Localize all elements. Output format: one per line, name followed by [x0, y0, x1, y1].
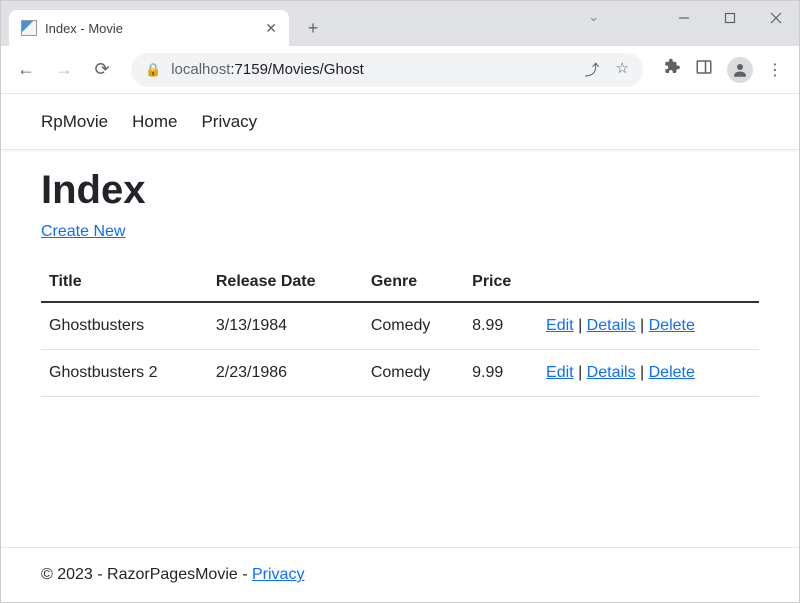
- footer-privacy-link[interactable]: Privacy: [252, 566, 304, 583]
- cell-price: 9.99: [464, 350, 538, 397]
- movies-table: Title Release Date Genre Price Ghostbust…: [41, 263, 759, 397]
- cell-actions: Edit | Details | Delete: [538, 302, 759, 350]
- col-actions: [538, 263, 759, 302]
- cell-release: 2/23/1986: [208, 350, 363, 397]
- reload-button[interactable]: ⟳: [85, 53, 119, 87]
- new-tab-button[interactable]: +: [299, 14, 327, 42]
- details-link[interactable]: Details: [587, 364, 636, 381]
- content: Index Create New Title Release Date Genr…: [1, 150, 799, 547]
- titlebar: Index - Movie ✕ + ⌄: [1, 1, 799, 46]
- brand-link[interactable]: RpMovie: [41, 112, 108, 132]
- omnibox-actions: ⤴ ☆: [585, 59, 629, 80]
- tab-title: Index - Movie: [45, 21, 257, 36]
- edit-link[interactable]: Edit: [546, 317, 574, 334]
- delete-link[interactable]: Delete: [649, 317, 695, 334]
- col-title: Title: [41, 263, 208, 302]
- cell-title: Ghostbusters 2: [41, 350, 208, 397]
- cell-actions: Edit | Details | Delete: [538, 350, 759, 397]
- share-icon[interactable]: ⤴: [585, 59, 600, 80]
- edit-link[interactable]: Edit: [546, 364, 574, 381]
- close-tab-icon[interactable]: ✕: [265, 20, 277, 37]
- table-header-row: Title Release Date Genre Price: [41, 263, 759, 302]
- table-row: Ghostbusters 2 2/23/1986 Comedy 9.99 Edi…: [41, 350, 759, 397]
- favicon-icon: [21, 20, 37, 36]
- lock-icon: 🔒: [145, 62, 161, 78]
- page-title: Index: [41, 168, 759, 213]
- footer-text: © 2023 - RazorPagesMovie -: [41, 566, 252, 583]
- close-window-button[interactable]: [753, 1, 799, 35]
- delete-link[interactable]: Delete: [649, 364, 695, 381]
- cell-genre: Comedy: [363, 302, 464, 350]
- address-bar[interactable]: 🔒 localhost:7159/Movies/Ghost ⤴ ☆: [131, 53, 643, 87]
- cell-genre: Comedy: [363, 350, 464, 397]
- col-genre: Genre: [363, 263, 464, 302]
- maximize-button[interactable]: [707, 1, 753, 35]
- url-text: localhost:7159/Movies/Ghost: [171, 61, 364, 78]
- create-new-link[interactable]: Create New: [41, 223, 125, 240]
- col-price: Price: [464, 263, 538, 302]
- col-release: Release Date: [208, 263, 363, 302]
- nav-privacy[interactable]: Privacy: [201, 112, 257, 132]
- browser-toolbar: ← → ⟳ 🔒 localhost:7159/Movies/Ghost ⤴ ☆ …: [1, 46, 799, 94]
- window-controls: [661, 1, 799, 35]
- browser-tab[interactable]: Index - Movie ✕: [9, 10, 289, 46]
- toolbar-right: ⋮: [655, 57, 791, 83]
- extensions-icon[interactable]: [663, 58, 681, 81]
- menu-icon[interactable]: ⋮: [767, 60, 783, 80]
- minimize-button[interactable]: [661, 1, 707, 35]
- site-footer: © 2023 - RazorPagesMovie - Privacy: [1, 547, 799, 602]
- nav-home[interactable]: Home: [132, 112, 177, 132]
- cell-title: Ghostbusters: [41, 302, 208, 350]
- url-host: localhost: [171, 61, 230, 78]
- page: RpMovie Home Privacy Index Create New Ti…: [1, 94, 799, 602]
- site-nav: RpMovie Home Privacy: [1, 94, 799, 150]
- profile-avatar[interactable]: [727, 57, 753, 83]
- details-link[interactable]: Details: [587, 317, 636, 334]
- tab-search-icon[interactable]: ⌄: [588, 9, 599, 25]
- forward-button[interactable]: →: [47, 53, 81, 87]
- cell-release: 3/13/1984: [208, 302, 363, 350]
- url-path: :7159/Movies/Ghost: [230, 61, 363, 78]
- browser-window: Index - Movie ✕ + ⌄ ← → ⟳ 🔒 localhost:71…: [0, 0, 800, 603]
- table-row: Ghostbusters 3/13/1984 Comedy 8.99 Edit …: [41, 302, 759, 350]
- sidepanel-icon[interactable]: [695, 58, 713, 81]
- back-button[interactable]: ←: [9, 53, 43, 87]
- cell-price: 8.99: [464, 302, 538, 350]
- bookmark-icon[interactable]: ☆: [616, 59, 629, 80]
